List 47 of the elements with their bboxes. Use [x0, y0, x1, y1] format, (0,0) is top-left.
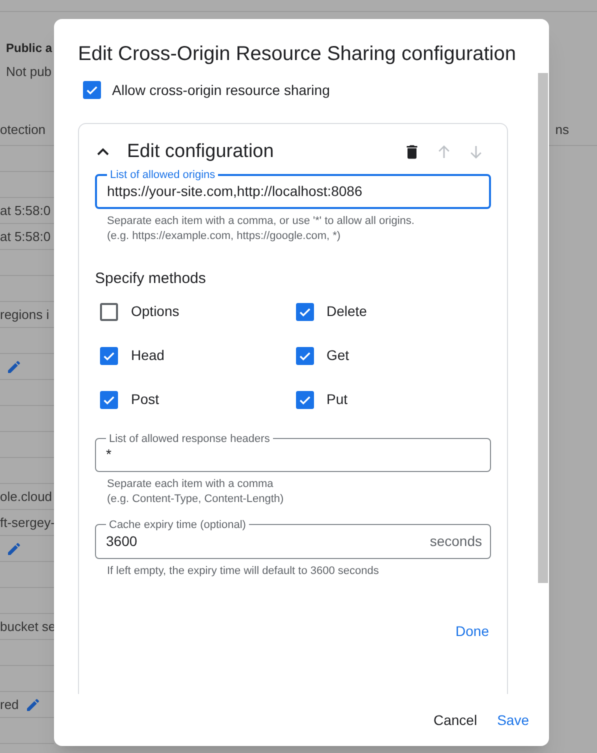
checkbox[interactable] — [100, 390, 118, 408]
save-button[interactable]: Save — [489, 704, 537, 736]
table-cell-text: ft-sergey- — [0, 514, 55, 532]
checkbox-label: Delete — [326, 302, 367, 321]
input-field[interactable]: List of allowed response headers * — [95, 432, 491, 472]
checkbox[interactable] — [296, 302, 314, 320]
dialog-title: Edit Cross-Origin Resource Sharing configuration — [77, 42, 517, 67]
input-field[interactable]: List of allowed origins https://your-site.com,http://localhost:8086 — [95, 169, 491, 209]
text-input[interactable]: * — [106, 444, 480, 464]
checkbox[interactable] — [100, 346, 118, 364]
helper-text: Separate each item with a comma (e.g. Content-Type, Content-Length) — [106, 476, 285, 506]
table-cell-text: at 5:58:0 — [0, 228, 51, 246]
text-input[interactable]: https://your-site.com,http://localhost:8086 — [107, 181, 479, 201]
table-cell-text: at 5:58:0 — [0, 202, 51, 220]
checkbox-label: Put — [326, 390, 348, 409]
pencil-icon[interactable] — [6, 358, 22, 374]
table-cell-text: regions i — [0, 306, 50, 324]
field-label: List of allowed origins — [109, 169, 216, 181]
input-field[interactable]: Cache expiry time (optional) 3600 seconds — [95, 518, 491, 558]
checkbox[interactable] — [296, 346, 314, 364]
checkbox-label: Allow cross-origin resource sharing — [112, 80, 330, 100]
helper-text: Separate each item with a comma, or use '*' to allow all origins. (e.g. https://example.com, https://google.com, *) — [106, 214, 416, 244]
suffix-text: seconds — [430, 532, 482, 550]
scrollbar[interactable] — [538, 73, 548, 583]
column-header: ns — [555, 120, 569, 139]
checkbox-label: Post — [131, 390, 160, 409]
field-label: List of allowed response headers — [108, 432, 271, 444]
helper-text: If left empty, the expiry time will default to 3600 seconds — [106, 564, 380, 578]
checkbox[interactable] — [296, 390, 314, 408]
checkbox[interactable] — [100, 302, 118, 320]
page-heading: Public a — [6, 40, 52, 56]
field-label: Cache expiry time (optional) — [108, 518, 247, 530]
cancel-button[interactable]: Cancel — [425, 704, 486, 736]
pencil-icon[interactable] — [24, 696, 41, 712]
done-button[interactable]: Done — [448, 614, 497, 648]
checkbox-label: Get — [326, 346, 350, 365]
pencil-icon[interactable] — [6, 540, 22, 556]
checkbox[interactable] — [83, 81, 101, 99]
page-subheading: Not pub — [6, 64, 53, 80]
checkbox-label: Options — [131, 302, 180, 321]
section-title: Specify methods — [95, 269, 207, 289]
checkbox-label: Head — [131, 346, 164, 365]
text-input[interactable]: 3600 — [106, 531, 430, 551]
table-cell-text: red — [0, 696, 19, 714]
column-header: otection — [0, 120, 46, 139]
card-title: Edit configuration — [127, 140, 275, 164]
table-cell-text: ole.cloud — [0, 488, 52, 506]
